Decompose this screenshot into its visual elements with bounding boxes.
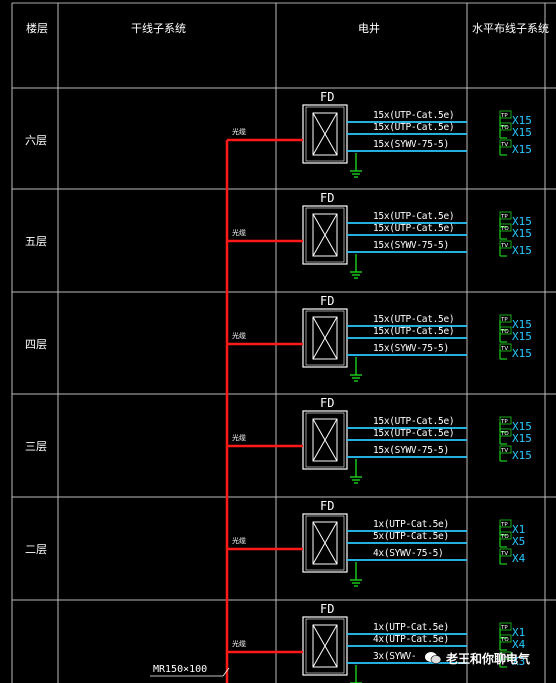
- cable-label: 15x(UTP-Cat.5e): [373, 416, 455, 427]
- cable-label: 5x(UTP-Cat.5e): [373, 531, 449, 542]
- cable-label: 15x(SYWV-75-5): [373, 139, 449, 150]
- fiber-label: 光缆: [232, 229, 246, 237]
- cable-label: 15x(UTP-Cat.5e): [373, 326, 455, 337]
- floor-label: 三层: [25, 440, 47, 453]
- outlet-tag: TP: [500, 214, 508, 220]
- outlet-count: X15: [512, 347, 532, 360]
- outlet-tag: TO: [500, 329, 509, 335]
- fd-label: FD: [320, 396, 335, 410]
- cable-label: 1x(UTP-Cat.5e): [373, 622, 449, 633]
- fiber-label: 光缆: [232, 128, 246, 136]
- floor-label: 六层: [25, 134, 47, 147]
- outlet-count: X15: [512, 432, 532, 445]
- outlet-tag: TO: [500, 125, 509, 131]
- outlet-tag: TV: [500, 346, 508, 352]
- table-grid: TPTOTVTPTOTVTPTOTVTPTOTVTPTOTVTPTOTV: [11, 2, 556, 683]
- floor-label: 四层: [25, 338, 47, 351]
- fiber-label: 光缆: [232, 640, 246, 648]
- wechat-icon: [425, 652, 442, 664]
- cable-label: 15x(UTP-Cat.5e): [373, 122, 455, 133]
- cable-label: 15x(UTP-Cat.5e): [373, 110, 455, 121]
- outlet-count: X15: [512, 244, 532, 257]
- outlet-count: X15: [512, 126, 532, 139]
- outlet-tag: TP: [500, 419, 508, 425]
- outlet-tag: TP: [500, 317, 508, 323]
- outlet-tag: TO: [500, 637, 509, 643]
- cable-label: 15x(UTP-Cat.5e): [373, 314, 455, 325]
- outlet-count: X15: [512, 449, 532, 462]
- fd-label: FD: [320, 294, 335, 308]
- cable-label: 15x(UTP-Cat.5e): [373, 211, 455, 222]
- outlet-tag: TV: [500, 243, 508, 249]
- floor-label: 二层: [25, 543, 47, 556]
- fd-label: FD: [320, 90, 335, 104]
- cable-label: 15x(UTP-Cat.5e): [373, 223, 455, 234]
- header-horizontal: 水平布线子系统: [472, 22, 549, 35]
- outlet-tag: TP: [500, 522, 508, 528]
- riser-diagram: TP TO TV TP TO TV TP TO TV TP TO TV TP TO TV TP TO TV 楼层 …: [0, 0, 556, 683]
- fd-label: FD: [320, 191, 335, 205]
- cable-label: 15x(SYWV-75-5): [373, 240, 449, 251]
- header-shaft: 电井: [358, 22, 380, 35]
- cable-label: 3x(SYWV-: [373, 651, 417, 662]
- fd-label: FD: [320, 602, 335, 616]
- outlet-tag: TP: [500, 113, 508, 119]
- fiber-label: 光缆: [232, 537, 246, 545]
- cable-label: 15x(SYWV-75-5): [373, 343, 449, 354]
- fd-label: FD: [320, 499, 335, 513]
- outlet-count: X15: [512, 227, 532, 240]
- outlet-count: X15: [512, 330, 532, 343]
- mr-label: MR150×100: [153, 664, 208, 675]
- outlet-count: X15: [512, 143, 532, 156]
- floor-label: 五层: [25, 235, 47, 248]
- header-riser: 干线子系统: [131, 22, 186, 35]
- cable-label: 1x(UTP-Cat.5e): [373, 519, 449, 530]
- cable-label: 15x(UTP-Cat.5e): [373, 428, 455, 439]
- header-floor: 楼层: [26, 22, 48, 35]
- outlet-tag: TO: [500, 534, 509, 540]
- watermark: 老王和你聊电气: [446, 652, 531, 666]
- cable-label: 4x(SYWV-75-5): [373, 548, 444, 559]
- outlet-count: X5: [512, 535, 526, 548]
- outlet-tag: TV: [500, 448, 508, 454]
- outlet-count: X4: [512, 552, 526, 565]
- fiber-label: 光缆: [232, 332, 246, 340]
- outlet-tag: TO: [500, 226, 509, 232]
- cable-label: 15x(SYWV-75-5): [373, 445, 449, 456]
- fiber-label: 光缆: [232, 434, 246, 442]
- outlet-tag: TO: [500, 431, 509, 437]
- outlet-tag: TV: [500, 142, 508, 148]
- cable-label: 4x(UTP-Cat.5e): [373, 634, 449, 645]
- outlet-tag: TV: [500, 551, 508, 557]
- outlet-tag: TP: [500, 625, 508, 631]
